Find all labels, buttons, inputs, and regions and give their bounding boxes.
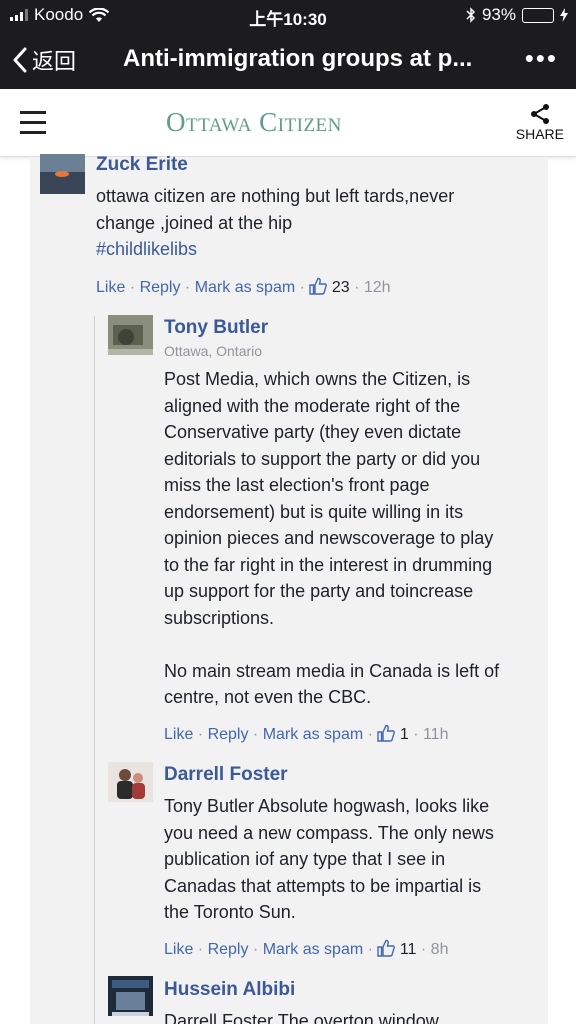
comment-text: ottawa citizen are nothing but left tard… xyxy=(96,186,455,233)
mark-spam-link[interactable]: Mark as spam xyxy=(195,279,295,296)
chevron-left-icon xyxy=(13,47,27,73)
comment-actions: Like · Reply · Mark as spam · 1 · 11h xyxy=(164,724,449,743)
avatar[interactable] xyxy=(108,976,153,1016)
share-icon xyxy=(530,104,549,124)
comment-time[interactable]: 8h xyxy=(431,941,449,958)
share-button[interactable]: SHARE xyxy=(516,103,564,142)
thumbs-up-icon xyxy=(309,277,328,295)
nav-bar: 返回 Anti-immigration groups at p... ••• xyxy=(0,30,576,89)
site-logo[interactable]: Ottawa Citizen xyxy=(166,107,342,138)
like-count: 23 xyxy=(331,279,350,296)
like-link[interactable]: Like xyxy=(164,726,193,743)
more-icon[interactable]: ••• xyxy=(525,45,558,71)
thumbs-up-icon xyxy=(377,939,396,957)
bluetooth-icon xyxy=(466,7,476,23)
hashtag-link[interactable]: #childlikelibs xyxy=(96,236,197,263)
comment-actions: Like · Reply · Mark as spam · 23 · 12h xyxy=(96,277,391,296)
like-link[interactable]: Like xyxy=(164,941,193,958)
comment-author[interactable]: Zuck Erite xyxy=(96,154,188,176)
page-title: Anti-immigration groups at p... xyxy=(123,45,473,72)
mark-spam-link[interactable]: Mark as spam xyxy=(263,941,363,958)
comment-author[interactable]: Hussein Albibi xyxy=(164,979,295,1001)
site-header: Ottawa Citizen SHARE xyxy=(0,89,576,157)
comment-text: Tony Butler Absolute hogwash, looks like… xyxy=(164,796,494,922)
comment-text: Post Media, which owns the Citizen, is a… xyxy=(164,369,500,707)
mark-spam-link[interactable]: Mark as spam xyxy=(263,726,363,743)
back-button[interactable]: 返回 xyxy=(12,44,76,76)
thumbs-up-icon xyxy=(377,724,396,742)
back-label: 返回 xyxy=(32,49,77,74)
battery-icon xyxy=(522,7,554,23)
comment-time[interactable]: 11h xyxy=(423,726,449,743)
share-label: SHARE xyxy=(515,126,564,142)
like-link[interactable]: Like xyxy=(96,279,125,296)
reply-link[interactable]: Reply xyxy=(208,726,249,743)
comment-author[interactable]: Tony Butler xyxy=(164,317,268,339)
charging-icon xyxy=(560,8,568,22)
menu-icon[interactable] xyxy=(20,111,46,134)
comment-actions: Like · Reply · Mark as spam · 11 · 8h xyxy=(164,939,449,958)
avatar[interactable] xyxy=(40,154,85,194)
status-bar: Koodo 上午10:30 93% xyxy=(0,0,576,30)
reply-thread-line xyxy=(94,316,95,1024)
author-location: Ottawa, Ontario xyxy=(164,343,263,359)
avatar[interactable] xyxy=(108,762,153,802)
reply-link[interactable]: Reply xyxy=(208,941,249,958)
avatar[interactable] xyxy=(108,315,153,355)
battery-percent: 93% xyxy=(481,5,516,24)
like-count: 11 xyxy=(399,941,417,958)
comment-text: Darrell Foster The overton window xyxy=(164,1011,439,1024)
comment-time[interactable]: 12h xyxy=(364,279,391,296)
like-count: 1 xyxy=(399,726,409,743)
comment-author[interactable]: Darrell Foster xyxy=(164,764,288,786)
reply-link[interactable]: Reply xyxy=(140,279,181,296)
